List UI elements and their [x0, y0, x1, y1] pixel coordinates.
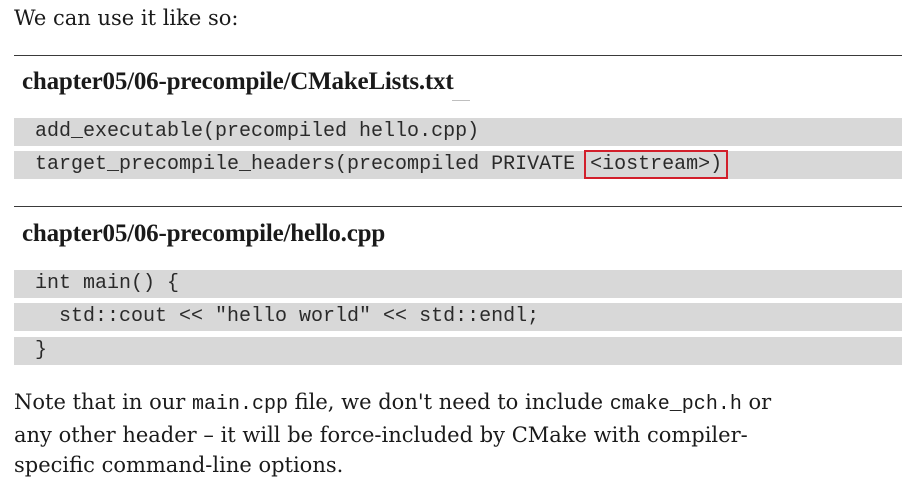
note-text: file, we don't need to include [287, 390, 610, 414]
intro-text: We can use it like so: [14, 6, 239, 30]
cmakelists-file-title: chapter05/06-precompile/CMakeLists.txt [22, 68, 454, 95]
inline-code-cmake-pch: cmake_pch.h [609, 393, 742, 416]
note-text: Note that in our [14, 390, 192, 414]
code-text: std::cout << "hello world" << std::endl; [35, 305, 540, 328]
code-text: add_executable(precompiled hello.cpp) [35, 120, 480, 143]
code-line: int main() { [14, 270, 902, 298]
code-line: add_executable(precompiled hello.cpp) [14, 118, 902, 146]
code-text: } [35, 339, 48, 362]
section-divider-1 [14, 55, 902, 56]
hello-cpp-file-title: chapter05/06-precompile/hello.cpp [22, 220, 386, 247]
inline-code-main-cpp: main.cpp [191, 393, 288, 416]
code-line: std::cout << "hello world" << std::endl; [14, 303, 902, 331]
code-text: int main() { [35, 272, 180, 295]
note-paragraph: Note that in our main.cpp file, we don't… [14, 387, 794, 480]
code-line: target_precompile_headers(precompiled PR… [14, 150, 902, 179]
section-divider-2 [14, 206, 902, 207]
code-text: target_precompile_headers(precompiled PR… [35, 153, 588, 176]
decorative-mark [452, 100, 470, 101]
highlighted-include: <iostream>) [584, 150, 729, 179]
code-line: } [14, 337, 902, 365]
